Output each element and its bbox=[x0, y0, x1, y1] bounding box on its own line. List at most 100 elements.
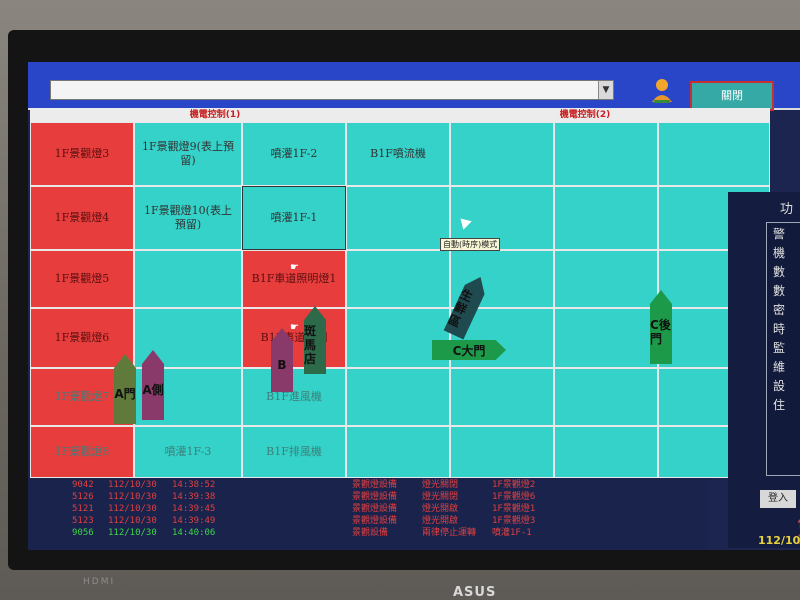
log-action: 燈光關閉 bbox=[422, 480, 459, 490]
sticky-note-label: A門 bbox=[114, 387, 136, 401]
control-cell-r5-c3[interactable] bbox=[346, 426, 450, 478]
tab-control-1[interactable]: 機電控制(1) bbox=[30, 108, 400, 122]
control-cell-r2-c1[interactable] bbox=[134, 250, 242, 308]
log-time: 14:40:06 bbox=[172, 528, 216, 538]
log-target: 1F景觀燈1 bbox=[492, 504, 536, 514]
control-cell-r0-c1[interactable]: 1F景觀燈9(表上預留) bbox=[134, 122, 242, 186]
function-title: 功 bbox=[780, 202, 794, 217]
log-desc: 景觀燈設備 bbox=[352, 516, 398, 526]
log-date: 112/10/30 bbox=[108, 516, 157, 526]
function-item[interactable]: 設 bbox=[773, 379, 785, 393]
function-item[interactable]: 維 bbox=[773, 360, 785, 374]
control-cell-r3-c5[interactable] bbox=[554, 308, 658, 368]
control-cell-r5-c5[interactable] bbox=[554, 426, 658, 478]
log-desc: 景觀燈設備 bbox=[352, 504, 398, 514]
function-item[interactable]: 機 bbox=[773, 246, 785, 260]
screen: ▼ 關閉 機電控制(1) 機電控制(2) 1F景觀燈3 1F景觀燈9(表上預留) 噴… bbox=[28, 62, 800, 550]
event-log: 9042 112/10/30 14:38:52 景觀燈設備 燈光關閉 1F景觀燈2 5126… bbox=[28, 478, 708, 550]
control-cell-r2-c2[interactable]: B1F車道照明燈1 bbox=[242, 250, 346, 308]
log-date: 112/10/30 bbox=[108, 480, 157, 490]
tab-control-2[interactable]: 機電控制(2) bbox=[400, 108, 770, 122]
log-date: 112/10/30 bbox=[108, 528, 157, 538]
close-button[interactable]: 關閉 bbox=[690, 81, 774, 111]
control-cell-r4-c2[interactable]: B1F進風機 bbox=[242, 368, 346, 426]
address-combobox[interactable]: ▼ bbox=[50, 80, 614, 100]
log-desc: 景觀燈設備 bbox=[352, 492, 398, 502]
sticky-note-label: 斑馬店 bbox=[304, 324, 317, 366]
control-cell-r1-c5[interactable] bbox=[554, 186, 658, 250]
hdmi-label: HDMI bbox=[83, 577, 116, 587]
sticky-note-label: C後門 bbox=[650, 318, 671, 346]
log-date: 112/10/30 bbox=[108, 492, 157, 502]
title-bar: ▼ 關閉 bbox=[28, 62, 800, 111]
sticky-note-label: B bbox=[277, 358, 287, 372]
log-row: 9056 112/10/30 14:40:06 景觀設備 兩律停止運轉 噴灌1F-1 bbox=[72, 528, 692, 539]
log-time: 14:39:49 bbox=[172, 516, 216, 526]
login-button[interactable]: 登入 bbox=[760, 490, 796, 508]
log-id: 9042 bbox=[72, 480, 94, 490]
control-cell-r2-c0[interactable]: 1F景觀燈5 bbox=[30, 250, 134, 308]
right-panel: 功 警機數數密時監維設住 登入 登出 佑華 112/10/30下 bbox=[728, 192, 800, 548]
log-row: 9042 112/10/30 14:38:52 景觀燈設備 燈光關閉 1F景觀燈2 bbox=[72, 480, 692, 491]
control-cell-r1-c0[interactable]: 1F景觀燈4 bbox=[30, 186, 134, 250]
log-target: 1F景觀燈3 bbox=[492, 516, 536, 526]
log-id: 5121 bbox=[72, 504, 94, 514]
control-cell-r4-c4[interactable] bbox=[450, 368, 554, 426]
sticky-note-a-side: A側 bbox=[142, 350, 164, 420]
function-item[interactable]: 住 bbox=[773, 398, 785, 412]
control-cell-r1-c1[interactable]: 1F景觀燈10(表上預留) bbox=[134, 186, 242, 250]
control-cell-r0-c6[interactable] bbox=[658, 122, 770, 186]
control-cell-r5-c0[interactable]: 1F景觀燈8 bbox=[30, 426, 134, 478]
function-item[interactable]: 監 bbox=[773, 341, 785, 355]
control-cell-r0-c0[interactable]: 1F景觀燈3 bbox=[30, 122, 134, 186]
log-time: 14:39:38 bbox=[172, 492, 216, 502]
user-icon[interactable] bbox=[648, 76, 676, 104]
log-id: 5123 bbox=[72, 516, 94, 526]
sticky-note-label: A側 bbox=[142, 383, 164, 397]
log-time: 14:39:45 bbox=[172, 504, 216, 514]
function-item[interactable]: 時 bbox=[773, 322, 785, 336]
function-item[interactable]: 密 bbox=[773, 303, 785, 317]
control-cell-r5-c1[interactable]: 噴灌1F-3 bbox=[134, 426, 242, 478]
log-action: 燈光關閉 bbox=[422, 492, 459, 502]
mode-tooltip: 自動(時序)模式 bbox=[440, 238, 501, 251]
clock: 112/10/30下 bbox=[758, 534, 800, 547]
function-item[interactable]: 數 bbox=[773, 284, 785, 298]
log-action: 燈光開啟 bbox=[422, 516, 459, 526]
function-item[interactable]: 數 bbox=[773, 265, 785, 279]
sticky-note-c-back: C後門 bbox=[650, 290, 672, 364]
log-target: 1F景觀燈6 bbox=[492, 492, 536, 502]
control-cell-r0-c5[interactable] bbox=[554, 122, 658, 186]
pointing-hand-icon: ☛ bbox=[290, 322, 299, 333]
log-row: 5126 112/10/30 14:39:38 景觀燈設備 燈光關閉 1F景觀燈6 bbox=[72, 492, 692, 503]
control-cell-r5-c4[interactable] bbox=[450, 426, 554, 478]
log-action: 兩律停止運轉 bbox=[422, 528, 477, 538]
control-cell-r3-c2[interactable]: B1F車道照明 bbox=[242, 308, 346, 368]
pointing-hand-icon: ☛ bbox=[290, 262, 299, 273]
function-list: 警機數數密時監維設住 bbox=[766, 222, 800, 476]
control-cell-r4-c5[interactable] bbox=[554, 368, 658, 426]
log-id: 9056 bbox=[72, 528, 94, 538]
control-cell-r4-c3[interactable] bbox=[346, 368, 450, 426]
control-cell-r0-c2[interactable]: 噴灌1F-2 bbox=[242, 122, 346, 186]
brand-logo: ASUS bbox=[453, 585, 497, 600]
dropdown-arrow-icon[interactable]: ▼ bbox=[598, 81, 613, 99]
control-cell-r1-c3[interactable] bbox=[346, 186, 450, 250]
control-cell-r2-c3[interactable] bbox=[346, 250, 450, 308]
log-target: 噴灌1F-1 bbox=[492, 528, 532, 538]
control-cell-r3-c0[interactable]: 1F景觀燈6 bbox=[30, 308, 134, 368]
sticky-note-a-gate: A門 bbox=[114, 354, 136, 424]
control-cell-r1-c2[interactable]: 噴灌1F-1 bbox=[242, 186, 346, 250]
control-cell-r0-c4[interactable] bbox=[450, 122, 554, 186]
log-id: 5126 bbox=[72, 492, 94, 502]
log-desc: 景觀設備 bbox=[352, 528, 389, 538]
control-cell-r5-c2[interactable]: B1F排風機 bbox=[242, 426, 346, 478]
function-item[interactable]: 警 bbox=[773, 227, 785, 241]
log-row: 5123 112/10/30 14:39:49 景觀燈設備 燈光開啟 1F景觀燈3 bbox=[72, 516, 692, 527]
log-target: 1F景觀燈2 bbox=[492, 480, 536, 490]
control-cell-r2-c5[interactable] bbox=[554, 250, 658, 308]
control-cell-r0-c3[interactable]: B1F噴流機 bbox=[346, 122, 450, 186]
sticky-note-c-main: C大門 bbox=[432, 340, 506, 360]
log-row: 5121 112/10/30 14:39:45 景觀燈設備 燈光開啟 1F景觀燈1 bbox=[72, 504, 692, 515]
log-date: 112/10/30 bbox=[108, 504, 157, 514]
